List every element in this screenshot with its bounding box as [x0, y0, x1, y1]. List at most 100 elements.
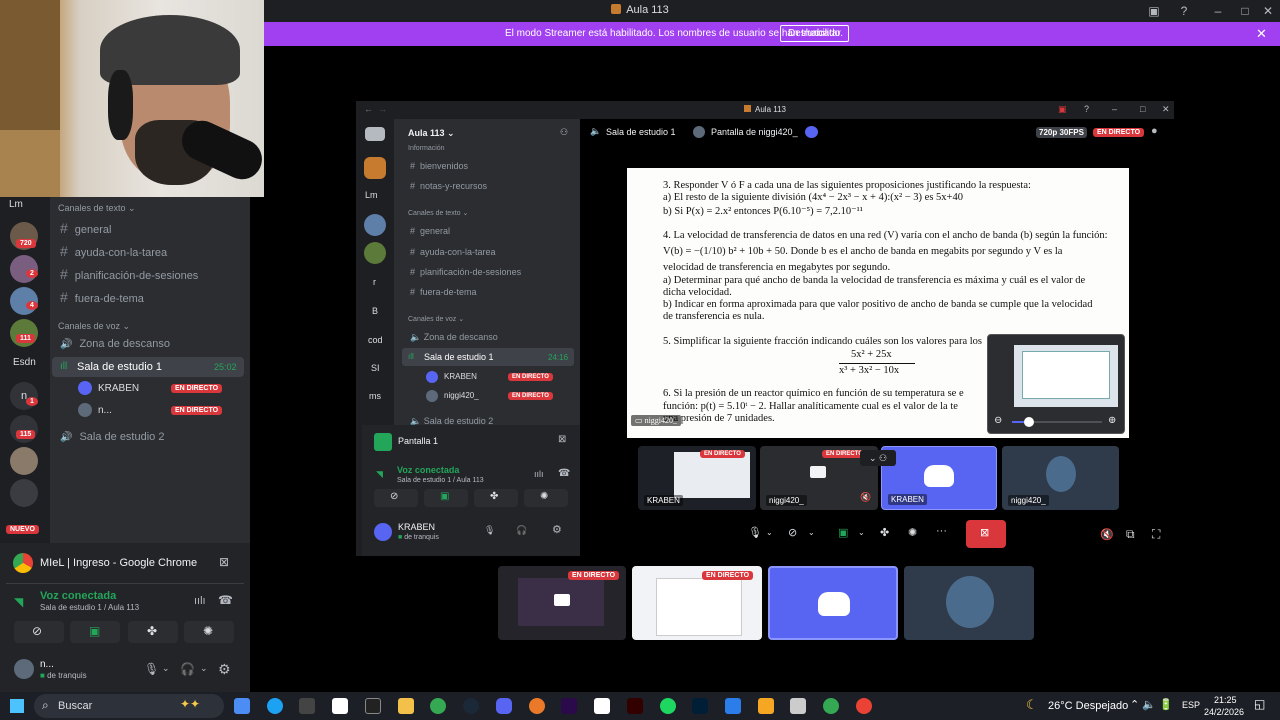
- zoom-slider[interactable]: [1012, 417, 1102, 427]
- chrome-icon[interactable]: [823, 698, 839, 714]
- microphone-icon[interactable]: 🎙: [748, 526, 762, 539]
- close-window-button[interactable]: ✕: [1162, 104, 1170, 115]
- maximize-button[interactable]: □: [1140, 104, 1145, 114]
- maximize-button[interactable]: □: [1237, 3, 1253, 19]
- help-icon[interactable]: ?: [1084, 104, 1089, 114]
- participant-tile[interactable]: [904, 566, 1034, 640]
- after-effects-icon[interactable]: [561, 698, 577, 714]
- participant-tile[interactable]: EN DIRECTO: [632, 566, 762, 640]
- voice-channel-active[interactable]: ıll Sala de estudio 1 24:16: [402, 348, 574, 366]
- member-row[interactable]: niggi420_ EN DIRECTO: [426, 390, 576, 404]
- avatar[interactable]: [14, 659, 34, 679]
- discord-icon[interactable]: [496, 698, 512, 714]
- microphone-icon[interactable]: 🎙: [144, 662, 159, 676]
- channel-notas[interactable]: # notas-y-recursos: [410, 181, 487, 191]
- participant-tile[interactable]: EN DIRECTO KRABEN: [638, 446, 756, 510]
- server-label[interactable]: B: [372, 306, 378, 316]
- header-channel[interactable]: Sala de estudio 1: [606, 127, 676, 137]
- voice-category[interactable]: Canales de voz ⌄: [408, 315, 464, 323]
- chevron-down-icon[interactable]: ⌄: [858, 528, 865, 537]
- info-category[interactable]: Información: [408, 145, 445, 152]
- file-explorer-icon[interactable]: [398, 698, 414, 714]
- server-icon[interactable]: [364, 214, 386, 236]
- server-icon[interactable]: [364, 242, 386, 264]
- activities-button[interactable]: ✤: [128, 621, 178, 643]
- text-category[interactable]: Canales de texto ⌄: [408, 209, 468, 217]
- server-icon[interactable]: [10, 479, 38, 507]
- close-window-button[interactable]: ✕: [1260, 3, 1276, 19]
- channel-fuera-de-tema[interactable]: # fuera-de-tema: [60, 289, 144, 305]
- stop-stream-icon[interactable]: ⊠: [558, 434, 566, 445]
- chevron-down-icon[interactable]: ⌄: [200, 663, 208, 674]
- voice-channel-sala2[interactable]: 🔊 Sala de estudio 2: [60, 431, 164, 443]
- tray-icons[interactable]: ⌃ 🔈 🔋: [1130, 698, 1173, 711]
- headphones-icon[interactable]: 🎧: [516, 525, 527, 536]
- taskbar-search[interactable]: ⌕ Buscar ✦✦: [34, 694, 224, 718]
- member-row[interactable]: KRABEN EN DIRECTO: [426, 371, 576, 385]
- chevron-down-icon[interactable]: ⌄: [162, 663, 170, 674]
- participant-tile[interactable]: KRABEN: [881, 446, 997, 510]
- participant-tile[interactable]: EN DIRECTO: [498, 566, 626, 640]
- chevron-down-icon[interactable]: ⌄: [808, 528, 815, 537]
- chevron-down-icon[interactable]: ⌄: [766, 528, 773, 537]
- spotify-icon[interactable]: [660, 698, 676, 714]
- voice-channel-zona[interactable]: 🔈 Zona de descanso: [410, 332, 498, 343]
- language[interactable]: ESP: [1182, 700, 1200, 710]
- taskbar-app-icon[interactable]: [758, 698, 774, 714]
- collapse-tiles-button[interactable]: ⌄ ⚇: [860, 450, 896, 466]
- server-icon[interactable]: [364, 157, 386, 179]
- server-icon[interactable]: [10, 447, 38, 475]
- clock-time[interactable]: 21:25: [1214, 695, 1237, 705]
- weather-text[interactable]: 26°C Despejado: [1048, 700, 1128, 712]
- channel-fuera-de-tema[interactable]: # fuera-de-tema: [410, 287, 477, 297]
- help-icon[interactable]: ?: [1176, 3, 1192, 19]
- leave-call-button[interactable]: ⊠: [966, 520, 1006, 548]
- chrome-icon[interactable]: [430, 698, 446, 714]
- member-row[interactable]: n... EN DIRECTO: [78, 403, 248, 419]
- activities-button[interactable]: ✤: [474, 489, 518, 507]
- chrome-icon[interactable]: [856, 698, 872, 714]
- taskbar-app-icon[interactable]: [594, 698, 610, 714]
- soundboard-button[interactable]: ✺: [524, 489, 568, 507]
- voice-channel-zona[interactable]: 🔊 Zona de descanso: [60, 338, 170, 350]
- disconnect-icon[interactable]: ☎: [558, 468, 570, 479]
- disconnect-icon[interactable]: ☎: [218, 593, 233, 607]
- microphone-icon[interactable]: 🎙: [484, 525, 495, 536]
- activities-icon[interactable]: ✤: [880, 526, 889, 539]
- noise-suppression-icon[interactable]: ıılı: [194, 595, 206, 607]
- screen-share-icon[interactable]: ▣: [838, 526, 848, 539]
- photoshop-icon[interactable]: [692, 698, 708, 714]
- signal-icon[interactable]: ◥: [14, 595, 23, 609]
- stop-stream-icon[interactable]: ⊠: [219, 555, 229, 569]
- channel-bienvenidos[interactable]: # bienvenidos: [410, 161, 468, 171]
- fullscreen-icon[interactable]: ⛶: [1152, 527, 1160, 542]
- channel-planificacion[interactable]: # planificación-de-sesiones: [60, 266, 198, 282]
- channel-general[interactable]: # general: [60, 220, 112, 236]
- clock-date[interactable]: 24/2/2026: [1204, 707, 1244, 717]
- zoom-in-icon[interactable]: ⊕: [1108, 415, 1116, 426]
- screen-share-button[interactable]: ▣: [424, 489, 468, 507]
- participant-tile[interactable]: [768, 566, 898, 640]
- server-name[interactable]: Aula 113 ⌄: [408, 128, 455, 139]
- more-icon[interactable]: ···: [936, 525, 947, 537]
- server-label[interactable]: Lm: [365, 190, 378, 200]
- steam-icon[interactable]: [463, 698, 479, 714]
- server-label[interactable]: cod: [368, 335, 383, 345]
- blender-icon[interactable]: [529, 698, 545, 714]
- headphones-icon[interactable]: 🎧: [180, 662, 195, 676]
- windows-start-icon[interactable]: [10, 699, 24, 713]
- screen-share-icon[interactable]: ▣: [1146, 3, 1162, 19]
- minimize-button[interactable]: –: [1112, 104, 1117, 114]
- edge-icon[interactable]: [267, 698, 283, 714]
- camera-toggle-button[interactable]: ⊘: [374, 489, 418, 507]
- screen-share-button[interactable]: ▣: [70, 621, 120, 643]
- close-banner-icon[interactable]: ✕: [1256, 26, 1267, 42]
- voice-category[interactable]: Canales de voz ⌄: [58, 321, 130, 332]
- channel-general[interactable]: # general: [410, 226, 450, 236]
- volume-icon[interactable]: 🔇: [1100, 528, 1114, 541]
- add-member-icon[interactable]: ⚇: [560, 127, 568, 138]
- discord-avatar-icon[interactable]: [374, 523, 392, 541]
- voice-location[interactable]: Sala de estudio 1 / Aula 113: [40, 603, 139, 612]
- noise-suppression-icon[interactable]: ıılı: [534, 469, 544, 479]
- gear-icon[interactable]: ⚙: [218, 661, 231, 678]
